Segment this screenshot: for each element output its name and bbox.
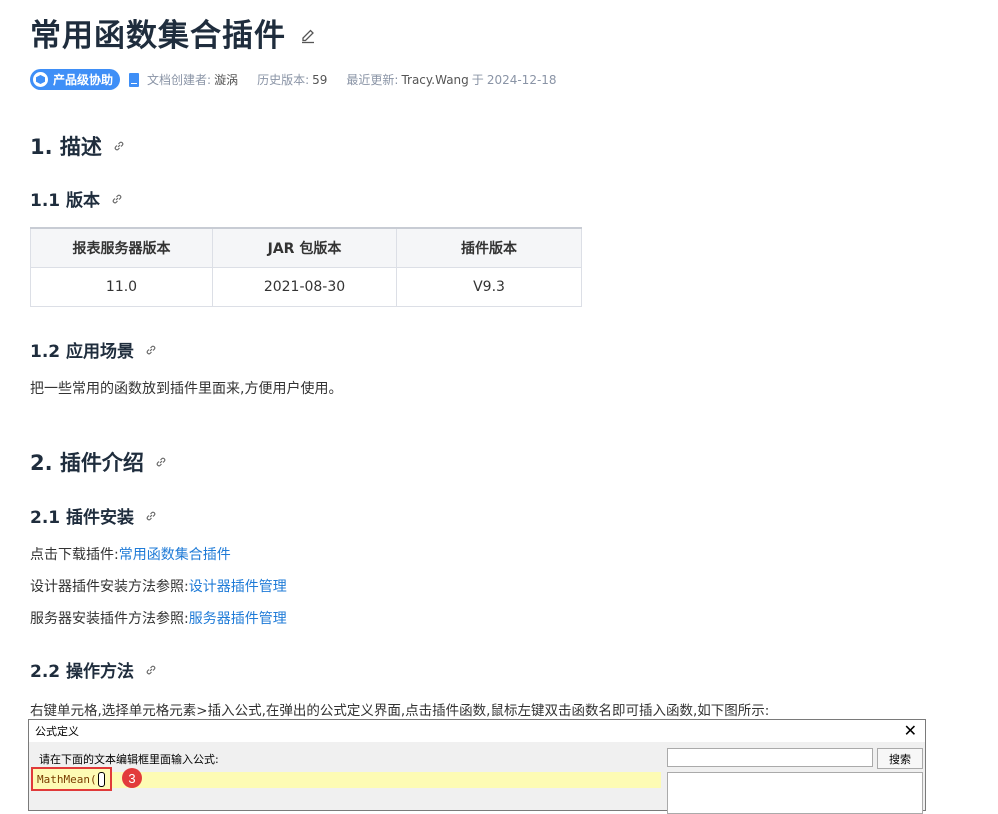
page-title: 常用函数集合插件 — [30, 18, 286, 54]
version-table: 报表服务器版本 JAR 包版本 插件版本 11.0 2021-08-30 V9.… — [30, 227, 582, 307]
table-row: 11.0 2021-08-30 V9.3 — [30, 267, 582, 307]
dialog-title: 公式定义 — [35, 725, 79, 738]
heading-section-2: 2. 插件介绍 — [30, 447, 167, 477]
heading-section-1-1: 1.1 版本 — [30, 186, 123, 211]
table-cell: 11.0 — [30, 267, 213, 307]
link-anchor-icon[interactable] — [145, 664, 157, 676]
usage-paragraph: 右键单元格,选择单元格元素>插入公式,在弹出的公式定义界面,点击插件函数,鼠标左… — [30, 703, 770, 719]
close-icon[interactable]: ✕ — [904, 721, 917, 740]
link-anchor-icon[interactable] — [155, 456, 167, 468]
step-number-badge: 3 — [122, 768, 142, 788]
updated-date: 2024-12-18 — [486, 72, 557, 87]
doc-meta-row: 产品级协助 文档创建者: 漩涡 历史版本: 59 最近更新: Tracy.Wan… — [30, 69, 557, 90]
table-cell: 2021-08-30 — [212, 267, 397, 307]
designer-prefix: 设计器插件安装方法参照: — [30, 579, 189, 595]
version-count[interactable]: 59 — [312, 73, 327, 87]
download-line: 点击下载插件:常用函数集合插件 — [30, 544, 231, 564]
formula-highlight-box: MathMean( — [31, 767, 112, 791]
cube-icon — [33, 72, 48, 87]
heading-text: 1.1 版本 — [30, 191, 101, 211]
link-anchor-icon[interactable] — [111, 193, 123, 205]
heading-text: 2.1 插件安装 — [30, 508, 135, 528]
link-anchor-icon[interactable] — [145, 344, 157, 356]
text-cursor-icon — [97, 771, 105, 787]
creator-label: 文档创建者: — [147, 73, 212, 87]
designer-plugin-link[interactable]: 设计器插件管理 — [189, 579, 287, 595]
dialog-prompt: 请在下面的文本编辑框里面输入公式: — [39, 753, 219, 766]
badge-label: 产品级协助 — [53, 73, 114, 87]
version-label: 历史版本: — [257, 73, 310, 87]
heading-section-1-2: 1.2 应用场景 — [30, 337, 157, 362]
updated-label: 最近更新: — [346, 73, 399, 87]
download-plugin-link[interactable]: 常用函数集合插件 — [119, 547, 231, 563]
search-button[interactable]: 搜索 — [877, 748, 923, 769]
updated-on-word: 于 — [471, 73, 484, 87]
server-install-line: 服务器安装插件方法参照:服务器插件管理 — [30, 608, 287, 628]
link-anchor-icon[interactable] — [113, 140, 125, 152]
table-cell: V9.3 — [396, 267, 582, 307]
heading-text: 1.2 应用场景 — [30, 342, 135, 362]
product-assist-badge[interactable]: 产品级协助 — [30, 69, 121, 90]
heading-text: 2.2 操作方法 — [30, 662, 135, 682]
formula-text: MathMean( — [37, 772, 97, 786]
table-header-row: 报表服务器版本 JAR 包版本 插件版本 — [30, 227, 582, 268]
table-header: JAR 包版本 — [212, 227, 397, 268]
server-plugin-link[interactable]: 服务器插件管理 — [189, 611, 287, 627]
link-anchor-icon[interactable] — [145, 510, 157, 522]
heading-section-2-2: 2.2 操作方法 — [30, 657, 157, 682]
designer-install-line: 设计器插件安装方法参照:设计器插件管理 — [30, 576, 287, 596]
download-prefix: 点击下载插件: — [30, 547, 119, 563]
edit-pencil-icon[interactable] — [300, 28, 316, 44]
heading-text: 1. 描述 — [30, 135, 102, 159]
title-row: 常用函数集合插件 — [30, 10, 316, 55]
document-icon — [129, 72, 140, 87]
dialog-titlebar: 公式定义 ✕ — [29, 720, 925, 742]
updated-by: Tracy.Wang — [401, 72, 469, 87]
table-header: 插件版本 — [396, 227, 582, 268]
heading-section-1: 1. 描述 — [30, 131, 125, 161]
heading-section-2-1: 2.1 插件安装 — [30, 503, 157, 528]
heading-text: 2. 插件介绍 — [30, 451, 144, 475]
formula-dialog-screenshot: 公式定义 ✕ 请在下面的文本编辑框里面输入公式: 搜索 MathMean( 3 — [28, 719, 926, 814]
table-header: 报表服务器版本 — [30, 227, 213, 268]
function-list-panel[interactable] — [667, 772, 923, 814]
server-prefix: 服务器安装插件方法参照: — [30, 611, 189, 627]
creator-name: 漩涡 — [214, 73, 239, 87]
scenario-paragraph: 把一些常用的函数放到插件里面来,方便用户使用。 — [30, 381, 343, 397]
search-input[interactable] — [667, 748, 873, 767]
